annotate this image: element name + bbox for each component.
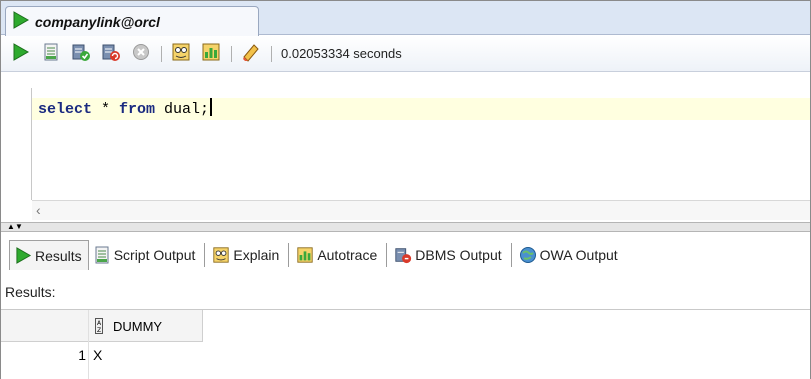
rollback-icon: [101, 42, 121, 65]
run-statement-icon: [12, 43, 30, 64]
autotrace-icon: [296, 246, 314, 264]
column-header-label: DUMMY: [113, 318, 163, 334]
editor-results-splitter[interactable]: ▲ ▼: [1, 222, 810, 232]
results-grid[interactable]: AZ DUMMY 1 X: [1, 309, 810, 379]
tab-separator: [204, 243, 206, 267]
tab-autotrace-label: Autotrace: [317, 247, 378, 263]
explain-plan-button[interactable]: [169, 42, 193, 66]
commit-button[interactable]: [69, 42, 93, 66]
sql-text: dual;: [155, 101, 210, 118]
sql-keyword-select: select: [38, 101, 93, 118]
tab-explain[interactable]: Explain: [208, 240, 285, 270]
scroll-left-icon[interactable]: ‹: [36, 202, 41, 218]
row-number: 1: [78, 347, 86, 363]
worksheet-tab[interactable]: companylink@orcl: [5, 6, 259, 36]
tab-results[interactable]: Results: [9, 240, 89, 270]
tab-separator: [288, 243, 290, 267]
worksheet-window: companylink@orcl 0.02053334 seconds sele…: [0, 0, 811, 379]
toolbar-separator: [231, 45, 232, 62]
tab-dbms-output-label: DBMS Output: [415, 247, 502, 263]
play-arrow-icon: [12, 11, 30, 32]
collapse-up-icon[interactable]: ▲: [7, 223, 15, 231]
results-tab-bar: Results Script Output Explain Autotrace: [1, 232, 810, 278]
table-cell[interactable]: X: [93, 343, 201, 367]
explain-plan-icon: [171, 42, 191, 65]
tab-results-label: Results: [35, 247, 82, 264]
toolbar-separator: [161, 45, 162, 62]
play-arrow-icon: [15, 247, 32, 264]
explain-icon: [212, 246, 230, 264]
owa-output-icon: [519, 246, 537, 264]
tab-script-output-label: Script Output: [113, 247, 196, 263]
run-statement-button[interactable]: [9, 42, 33, 66]
editor-current-line[interactable]: select * from dual;: [32, 98, 810, 120]
worksheet-tab-title: companylink@orcl: [35, 13, 160, 30]
tab-separator: [386, 243, 388, 267]
tab-dbms-output[interactable]: DBMS Output: [390, 240, 507, 270]
autotrace-button[interactable]: [199, 42, 223, 66]
dbms-output-icon: [394, 246, 412, 264]
column-header-dummy[interactable]: AZ DUMMY: [90, 310, 203, 342]
sql-editor[interactable]: select * from dual; ‹: [1, 88, 810, 224]
editor-horizontal-scrollbar[interactable]: ‹: [32, 200, 810, 220]
tab-owa-output-label: OWA Output: [539, 247, 618, 263]
sql-text: *: [92, 101, 120, 118]
cancel-icon: [132, 43, 150, 64]
tab-explain-label: Explain: [233, 247, 280, 263]
collapse-down-icon[interactable]: ▼: [15, 223, 23, 231]
worksheet-toolbar: 0.02053334 seconds: [1, 36, 810, 72]
tab-autotrace[interactable]: Autotrace: [292, 240, 383, 270]
clear-button[interactable]: [239, 42, 263, 66]
sql-keyword-from: from: [119, 101, 156, 118]
tab-separator: [510, 243, 512, 267]
run-script-button[interactable]: [39, 42, 63, 66]
results-heading: Results:: [5, 284, 56, 300]
rollback-button[interactable]: [99, 42, 123, 66]
execution-time: 0.02053334 seconds: [281, 46, 402, 61]
run-script-icon: [42, 43, 60, 64]
script-output-icon: [93, 246, 111, 264]
autotrace-icon: [201, 42, 221, 65]
toolbar-separator: [271, 45, 272, 62]
clear-icon: [241, 42, 261, 65]
cancel-button[interactable]: [129, 42, 153, 66]
svg-text:Z: Z: [97, 327, 101, 334]
worksheet-tab-strip: companylink@orcl: [1, 1, 810, 36]
sort-az-icon: AZ: [95, 318, 103, 334]
commit-icon: [71, 42, 91, 65]
text-caret: [210, 98, 213, 116]
tab-script-output[interactable]: Script Output: [89, 240, 202, 270]
tab-owa-output[interactable]: OWA Output: [515, 240, 624, 270]
